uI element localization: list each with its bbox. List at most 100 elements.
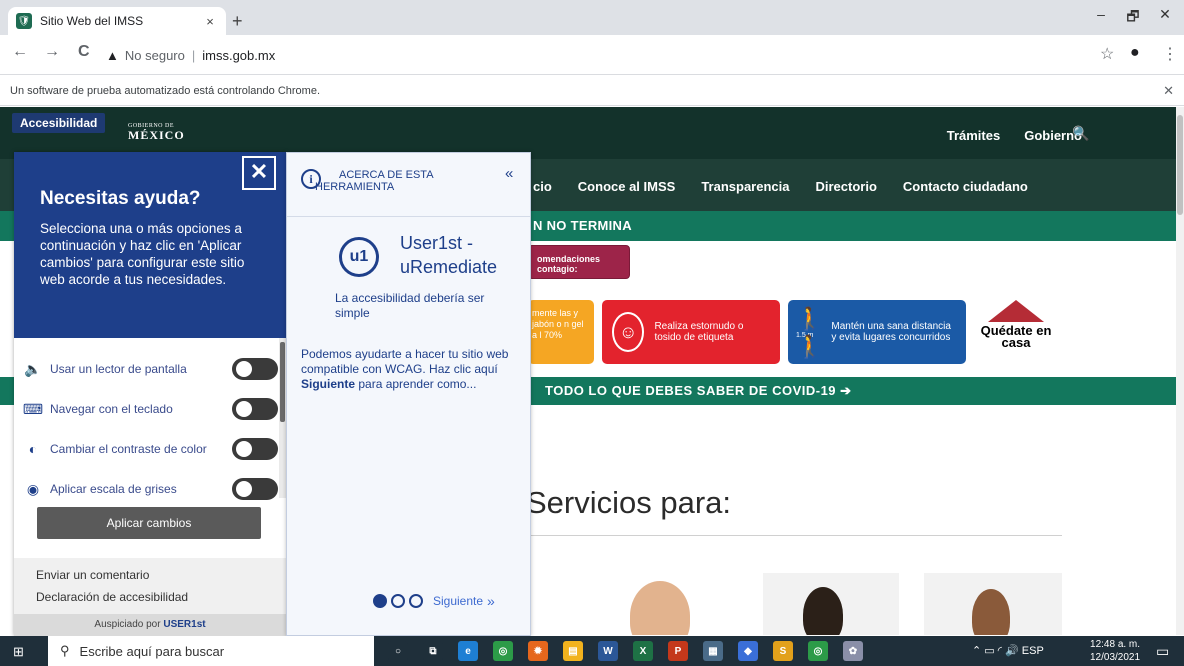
accessibility-button[interactable]: Accesibilidad: [12, 113, 106, 133]
bookmark-star-icon[interactable]: ☆: [1100, 44, 1114, 64]
security-label[interactable]: No seguro: [125, 48, 185, 63]
window-close-icon[interactable]: ✕: [1150, 6, 1180, 23]
back-icon[interactable]: ←: [12, 43, 28, 61]
calculator-icon[interactable]: ▦: [703, 641, 723, 661]
contrast-toggle[interactable]: [232, 438, 278, 460]
tab-close-icon[interactable]: ×: [202, 14, 218, 29]
close-icon[interactable]: ✕: [242, 156, 276, 190]
service-photo-3[interactable]: [924, 573, 1062, 635]
imss-nav-item-contacto[interactable]: Contacto ciudadano: [903, 179, 1028, 194]
infobar-text: Un software de prueba automatizado está …: [10, 84, 321, 97]
forward-icon[interactable]: →: [44, 43, 60, 61]
imss-nav-item-conoce[interactable]: Conoce al IMSS: [578, 179, 676, 194]
sneeze-card-text: Realiza estornudo o tosido de etiqueta: [654, 321, 744, 343]
firefox-icon[interactable]: ✹: [528, 641, 548, 661]
about-pagination: Siguiente »: [373, 593, 495, 609]
cortana-icon[interactable]: ○: [388, 641, 408, 661]
excel-icon[interactable]: X: [633, 641, 653, 661]
address-bar[interactable]: ▲ No seguro | imss.gob.mx: [106, 41, 1081, 69]
next-link[interactable]: Siguiente: [433, 594, 483, 608]
gov-nav-tramites[interactable]: Trámites: [947, 128, 1000, 143]
chrome-menu-icon[interactable]: ⋮: [1162, 44, 1178, 64]
screen-reader-toggle[interactable]: [232, 358, 278, 380]
restore-icon[interactable]: 🗗: [1118, 6, 1148, 30]
taskbar-clock[interactable]: 12:48 a. m. 12/03/2021: [1090, 638, 1140, 664]
notification-icon[interactable]: ▭: [1156, 643, 1169, 660]
brand-line-1: User1st -: [400, 233, 474, 253]
page-scrollbar[interactable]: [1176, 107, 1184, 635]
reload-icon[interactable]: C: [78, 43, 90, 61]
house-icon: [988, 300, 1044, 322]
next-chevron-icon[interactable]: »: [487, 593, 495, 609]
minimize-icon[interactable]: –: [1086, 6, 1116, 22]
sneeze-card[interactable]: ☺ Realiza estornudo o tosido de etiqueta: [602, 300, 780, 364]
gov-mexico-logo[interactable]: GOBIERNO DE MÉXICO: [128, 123, 185, 143]
user1st-logo-icon: u1: [339, 237, 379, 277]
grayscale-toggle[interactable]: [232, 478, 278, 500]
services-heading: Servicios para:: [526, 485, 732, 520]
app-icon[interactable]: ◆: [738, 641, 758, 661]
browser-tab[interactable]: 🛡 Sitio Web del IMSS ×: [8, 7, 226, 35]
distance-icon: 🚶1.5 m🚶: [796, 305, 824, 359]
stay-home-label: Quédate en casa: [980, 323, 1052, 350]
recommendations-badge[interactable]: omendaciones contagio:: [528, 245, 630, 279]
grayscale-icon: ◉: [26, 480, 40, 497]
clock-time: 12:48 a. m.: [1090, 639, 1141, 650]
panel-scrollbar-thumb[interactable]: [280, 342, 285, 422]
panel-scrollbar[interactable]: [279, 338, 286, 498]
about-tagline: La accesibilidad debería ser simple: [335, 291, 485, 320]
option-screen-reader[interactable]: 🔈 Usar un lector de pantalla: [22, 354, 278, 384]
word-icon[interactable]: W: [598, 641, 618, 661]
explorer-icon[interactable]: ▤: [563, 641, 583, 661]
uremediate-brand: u1 User1st - uRemediate: [287, 225, 530, 285]
scrollbar-thumb[interactable]: [1177, 115, 1183, 215]
option-label: Aplicar escala de grises: [50, 482, 177, 496]
sponsor-line[interactable]: Auspiciado por USER1st: [14, 614, 286, 636]
service-photo-2[interactable]: [763, 573, 899, 635]
option-contrast[interactable]: ◐ Cambiar el contraste de color: [22, 434, 278, 464]
about-body: Podemos ayudarte a hacer tu sitio web co…: [301, 347, 516, 392]
page-dot-3[interactable]: [409, 594, 423, 608]
handwash-card[interactable]: mente las y jabón o n gel a l 70%: [528, 300, 594, 364]
profile-icon[interactable]: ●: [1130, 44, 1140, 62]
imss-nav-item-inicio[interactable]: cio: [533, 179, 552, 194]
imss-nav-item-directorio[interactable]: Directorio: [815, 179, 876, 194]
imss-nav-item-transparencia[interactable]: Transparencia: [701, 179, 789, 194]
infobar-close-icon[interactable]: ✕: [1163, 83, 1174, 99]
distance-card[interactable]: 🚶1.5 m🚶 Mantén una sana distancia y evit…: [788, 300, 966, 364]
taskbar-search-input[interactable]: ⚲ Escribe aquí para buscar: [48, 636, 374, 666]
task-view-icon[interactable]: ⧉: [423, 641, 443, 661]
warning-icon[interactable]: ▲: [106, 48, 119, 63]
option-label: Usar un lector de pantalla: [50, 362, 187, 376]
feedback-link[interactable]: Enviar un comentario: [14, 558, 286, 586]
option-keyboard[interactable]: ⌨ Navegar con el teclado: [22, 394, 278, 424]
distance-card-text: Mantén una sana distancia y evita lugare…: [831, 321, 951, 343]
chrome-icon[interactable]: ◎: [493, 641, 513, 661]
accessibility-statement-link[interactable]: Declaración de accesibilidad: [14, 586, 286, 608]
collapse-icon[interactable]: «: [505, 165, 513, 182]
keyboard-toggle[interactable]: [232, 398, 278, 420]
powerpoint-icon[interactable]: P: [668, 641, 688, 661]
paint-icon[interactable]: ✿: [843, 641, 863, 661]
page-dot-1[interactable]: [373, 594, 387, 608]
about-body-link[interactable]: Siguiente: [301, 377, 355, 391]
panel-title: Necesitas ayuda?: [40, 188, 201, 209]
search-icon[interactable]: 🔍: [1072, 125, 1089, 142]
page-dot-2[interactable]: [391, 594, 405, 608]
chrome-active-icon[interactable]: ◎: [808, 641, 828, 661]
apply-changes-button[interactable]: Aplicar cambios: [37, 507, 261, 539]
stay-home-card[interactable]: Quédate en casa: [976, 300, 1056, 360]
system-tray[interactable]: ⌃ ▭ ◜ 🔊 ESP: [972, 644, 1044, 657]
about-panel: i ACERCA DE ESTA HERRAMIENTA « u1 User1s…: [286, 152, 531, 636]
browser-toolbar: ← → C ▲ No seguro | imss.gob.mx ☆ ● ⋮: [0, 35, 1184, 75]
hand-pointer-icon: ➔: [840, 383, 852, 398]
windows-start-icon[interactable]: ⊞: [13, 644, 24, 660]
url-text[interactable]: imss.gob.mx: [202, 48, 275, 63]
option-grayscale[interactable]: ◉ Aplicar escala de grises: [22, 474, 278, 504]
edge-icon[interactable]: e: [458, 641, 478, 661]
new-tab-icon[interactable]: +: [232, 11, 243, 32]
service-photo-1[interactable]: [580, 573, 720, 635]
sublime-icon[interactable]: S: [773, 641, 793, 661]
person-face-1: [630, 581, 690, 635]
contrast-icon: ◐: [28, 441, 38, 457]
